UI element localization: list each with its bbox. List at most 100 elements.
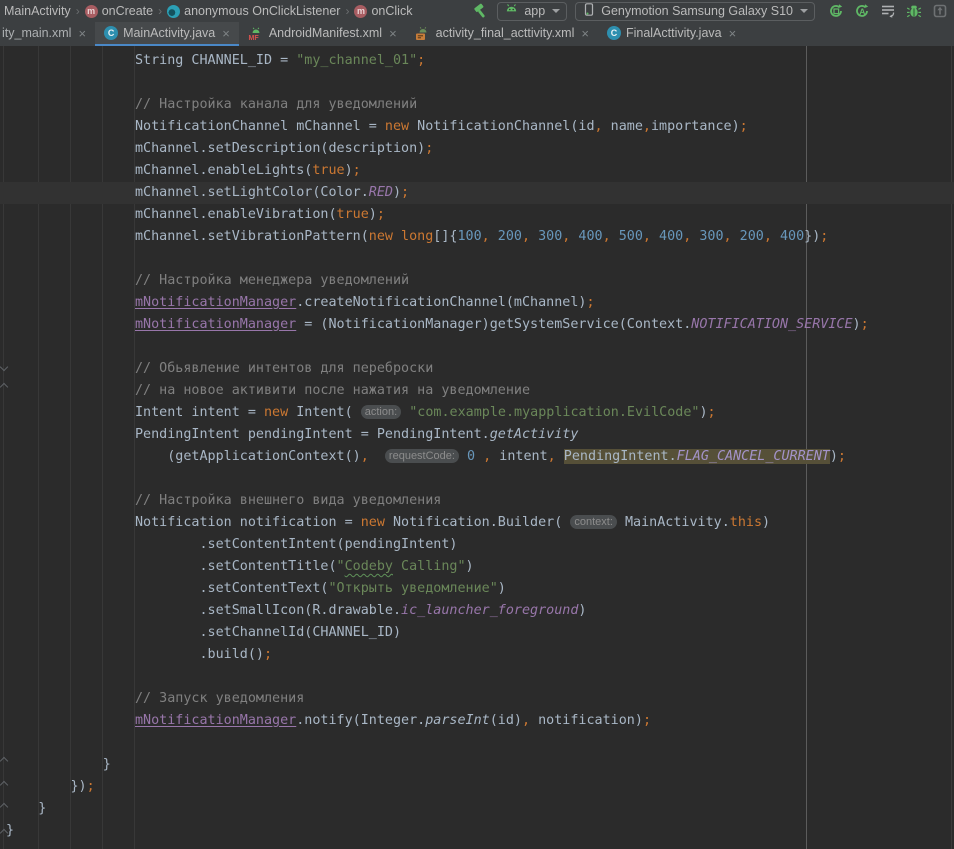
apply-changes-icon[interactable]: A (853, 3, 870, 20)
code-line-current: mChannel.setLightColor(Color.RED); (0, 182, 954, 204)
java-class-icon: C (607, 26, 621, 40)
toolbar-right: app Genymotion Samsung Galaxy S10 A (472, 2, 954, 21)
breadcrumb-item[interactable]: m onClick (354, 4, 412, 18)
main-toolbar: MainActivity › m onCreate › anonymous OnClick… (0, 0, 954, 22)
build-hammer-icon[interactable] (472, 3, 489, 20)
code-line: mChannel.setVibrationPattern(new long[]{… (6, 226, 954, 248)
device-phone-icon (582, 2, 596, 20)
code-line: NotificationChannel mChannel = new Notif… (6, 116, 954, 138)
breadcrumb-separator: › (158, 4, 162, 18)
run-configuration-label: app (524, 4, 545, 18)
parameter-hint: context: (570, 515, 617, 529)
tab-ity_main.xml[interactable]: ity_main.xml × (0, 22, 95, 46)
code-line: .setContentTitle("Codeby Calling") (6, 556, 954, 578)
java-class-icon: C (104, 26, 118, 40)
run-configuration-select[interactable]: app (497, 2, 567, 21)
android-app-icon (504, 2, 519, 20)
parameter-hint: requestCode: (385, 449, 459, 463)
fold-marker-icon[interactable] (1, 758, 8, 765)
code-line (6, 248, 954, 270)
breadcrumb-label: onClick (371, 4, 412, 18)
code-line: // Настройка канала для уведомлений (6, 94, 954, 116)
code-line: String CHANNEL_ID = "my_channel_01"; (6, 50, 954, 72)
code-line: Notification notification = new Notifica… (6, 512, 954, 534)
code-line (6, 72, 954, 94)
code-line: mNotificationManager.notify(Integer.pars… (6, 710, 954, 732)
code-line: (getApplicationContext(), requestCode: 0… (6, 446, 954, 468)
parameter-hint: action: (361, 405, 401, 419)
code-line: }); (6, 776, 954, 798)
tab-close-icon[interactable]: × (389, 27, 397, 40)
code-line: } (6, 754, 954, 776)
editor-tab-bar: ity_main.xml × C MainActivity.java × MF Androi… (0, 22, 954, 47)
code-line: .setChannelId(CHANNEL_ID) (6, 622, 954, 644)
fold-marker-icon[interactable] (1, 830, 8, 837)
method-icon: m (354, 5, 367, 18)
tab-label: activity_final_acttivity.xml (436, 26, 575, 40)
fold-marker-icon[interactable] (1, 384, 8, 391)
tab-label: FinalActtivity.java (626, 26, 722, 40)
breadcrumb-item[interactable]: MainActivity (4, 4, 71, 18)
chevron-down-icon (552, 9, 560, 13)
code-line: Intent intent = new Intent( action: "com… (6, 402, 954, 424)
code-line: .setContentIntent(pendingIntent) (6, 534, 954, 556)
tab-label: ity_main.xml (2, 26, 71, 40)
code-line: mChannel.enableLights(true); (6, 160, 954, 182)
fold-marker-icon[interactable] (1, 782, 8, 789)
code-editor[interactable]: String CHANNEL_ID = "my_channel_01"; // … (0, 46, 954, 849)
rerun-icon[interactable] (827, 3, 844, 20)
code-line: // на новое активити после нажатия на ув… (6, 380, 954, 402)
code-line: mChannel.enableVibration(true); (6, 204, 954, 226)
svg-text:A: A (859, 7, 865, 17)
tab-AndroidManifest.xml[interactable]: MF AndroidManifest.xml × (239, 22, 406, 46)
breadcrumb-item[interactable]: anonymous OnClickListener (167, 4, 340, 18)
chevron-down-icon (800, 9, 808, 13)
code-line: // Настройка менеджера уведомлений (6, 270, 954, 292)
code-line: // Обьявление интентов для переброски (6, 358, 954, 380)
code-line (6, 468, 954, 490)
layout-xml-file-icon (415, 25, 431, 41)
code-line: // Запуск уведомления (6, 688, 954, 710)
tab-activity_final_acttivity.xml[interactable]: activity_final_acttivity.xml × (406, 22, 598, 46)
manifest-file-icon: MF (248, 25, 264, 41)
tab-label: AndroidManifest.xml (269, 26, 382, 40)
code-line: PendingIntent pendingIntent = PendingInt… (6, 424, 954, 446)
code-line: mChannel.setDescription(description); (6, 138, 954, 160)
tab-close-icon[interactable]: × (78, 27, 86, 40)
code-line: .setSmallIcon(R.drawable.ic_launcher_for… (6, 600, 954, 622)
profiler-icon[interactable] (931, 3, 948, 20)
method-icon: m (85, 5, 98, 18)
fold-marker-icon[interactable] (1, 804, 8, 811)
breadcrumb-separator: › (76, 4, 80, 18)
build-menu-icon[interactable] (879, 3, 896, 20)
breadcrumb-label: onCreate (102, 4, 153, 18)
debug-icon[interactable] (905, 3, 922, 20)
tab-FinalActtivity.java[interactable]: C FinalActtivity.java × (598, 22, 745, 46)
code-line (6, 732, 954, 754)
code-line (6, 666, 954, 688)
svg-text:MF: MF (248, 35, 259, 41)
code-line: .build(); (6, 644, 954, 666)
breadcrumb-label: MainActivity (4, 4, 71, 18)
breadcrumb-item[interactable]: m onCreate (85, 4, 153, 18)
code-line: mNotificationManager = (NotificationMana… (6, 314, 954, 336)
device-select[interactable]: Genymotion Samsung Galaxy S10 (575, 2, 815, 21)
code-area[interactable]: String CHANNEL_ID = "my_channel_01"; // … (0, 46, 954, 842)
run-actions: A (827, 3, 948, 20)
breadcrumb-label: anonymous OnClickListener (184, 4, 340, 18)
anonymous-class-icon (167, 5, 180, 18)
code-line: } (6, 820, 954, 842)
tab-MainActivity.java[interactable]: C MainActivity.java × (95, 22, 239, 46)
code-line (6, 336, 954, 358)
device-label: Genymotion Samsung Galaxy S10 (601, 4, 793, 18)
breadcrumb-separator: › (345, 4, 349, 18)
tab-label: MainActivity.java (123, 26, 215, 40)
tab-close-icon[interactable]: × (581, 27, 589, 40)
breadcrumb: MainActivity › m onCreate › anonymous OnClick… (0, 4, 412, 18)
code-line: .setContentText("Открыть уведомление") (6, 578, 954, 600)
tab-close-icon[interactable]: × (222, 27, 230, 40)
code-line: mNotificationManager.createNotificationC… (6, 292, 954, 314)
fold-marker-icon[interactable] (1, 364, 8, 371)
tab-close-icon[interactable]: × (729, 27, 737, 40)
code-line: // Настройка внешнего вида уведомления (6, 490, 954, 512)
